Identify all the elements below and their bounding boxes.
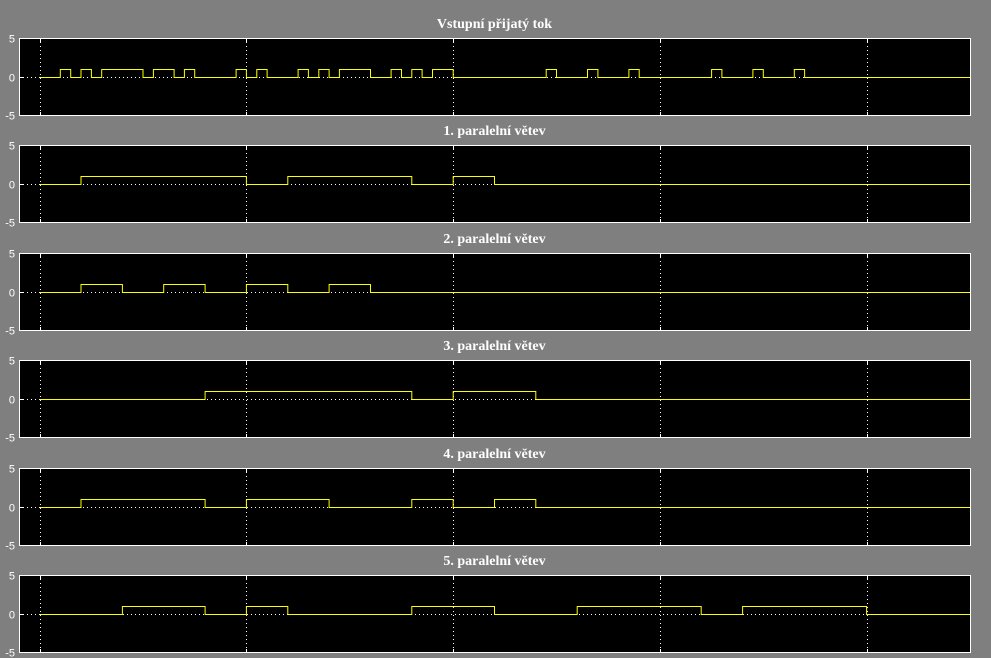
scope-panel-3: 3. paralelní větev 5 0 -5: [5, 339, 971, 445]
y-tick-label: 0: [9, 503, 15, 515]
y-tick-label: 5: [9, 249, 15, 261]
panel-title: 3. paralelní větev: [443, 339, 545, 354]
panel-title: 5. paralelní větev: [443, 554, 545, 569]
scope-panel-1: 1. paralelní větev 5 0 -5: [5, 124, 971, 230]
scope-panel-2: 2. paralelní větev 5 0 -5: [5, 232, 971, 338]
scope-panel-0: Vstupní přijatý tok 5 0 -5: [5, 17, 971, 123]
y-tick-label: -5: [5, 111, 15, 123]
panel-title: 2. paralelní větev: [443, 232, 545, 247]
scope-figure: Vstupní přijatý tok50-51. paralelní věte…: [5, 17, 971, 658]
y-tick-label: -5: [5, 433, 15, 445]
scope-panel-5: 5. paralelní větev 5 0 -5: [5, 554, 971, 658]
y-tick-label: 0: [9, 73, 15, 85]
y-tick-label: -5: [5, 541, 15, 553]
panel-title: 4. paralelní větev: [443, 447, 545, 462]
y-tick-label: 0: [9, 288, 15, 300]
y-tick-label: 5: [9, 356, 15, 368]
y-tick-label: 5: [9, 464, 15, 476]
y-tick-label: 5: [9, 571, 15, 583]
panel-title: Vstupní přijatý tok: [437, 17, 552, 32]
y-tick-label: 0: [9, 610, 15, 622]
y-tick-label: -5: [5, 218, 15, 230]
y-tick-label: 0: [9, 180, 15, 192]
y-tick-label: -5: [5, 648, 15, 658]
scope-panel-4: 4. paralelní větev 5 0 -5: [5, 447, 971, 553]
y-tick-label: 0: [9, 395, 15, 407]
y-tick-label: 5: [9, 141, 15, 153]
y-tick-label: 5: [9, 34, 15, 46]
y-tick-label: -5: [5, 326, 15, 338]
panel-title: 1. paralelní větev: [443, 124, 545, 139]
